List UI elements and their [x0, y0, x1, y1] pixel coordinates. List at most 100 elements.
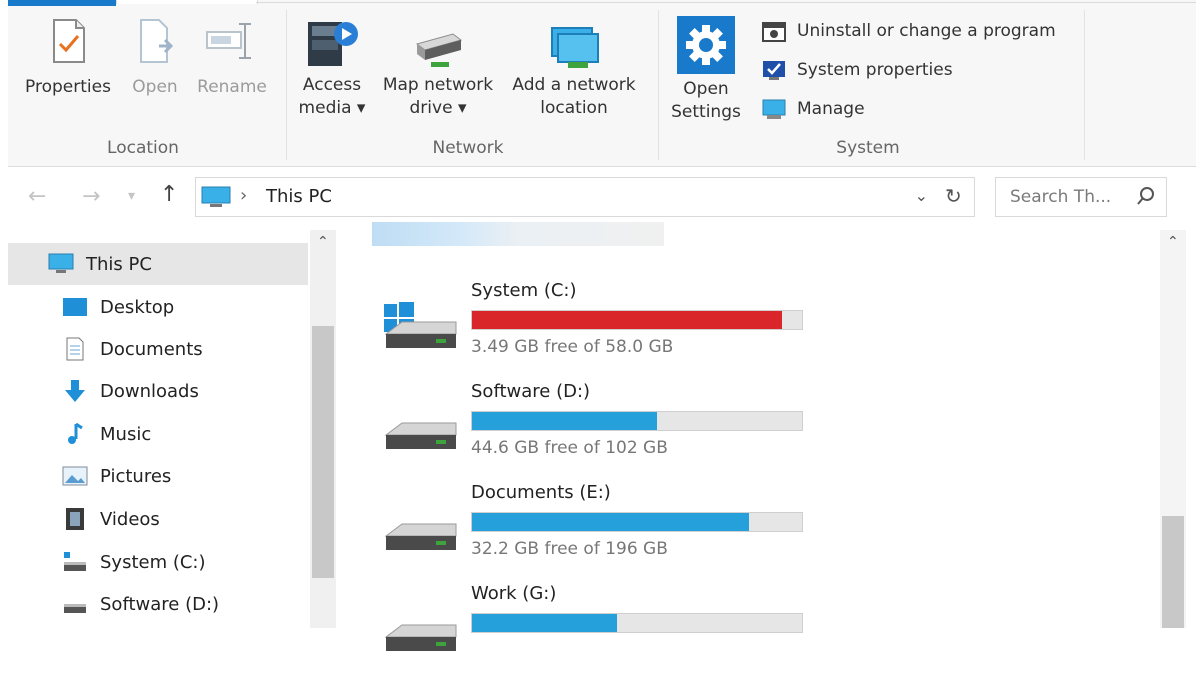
drive-tile[interactable]: Work (G:)	[380, 583, 810, 683]
manage-label: Manage	[797, 99, 865, 119]
this-pc-monitor-icon	[200, 185, 232, 213]
rename-label: Rename	[197, 77, 267, 97]
drive-name: System (C:)	[471, 280, 577, 301]
content-scrollbar[interactable]: ⌃	[1160, 230, 1186, 628]
content-scrollbar-thumb[interactable]	[1162, 516, 1184, 628]
nav-item-label: Pictures	[100, 465, 172, 487]
drive-usage-bar	[471, 613, 803, 633]
open-icon	[137, 18, 174, 64]
recent-locations-chevron-icon[interactable]: ▾	[128, 188, 135, 204]
nav-item-software-d[interactable]: Software (D:)	[62, 584, 219, 624]
system-properties-label: System properties	[797, 60, 953, 80]
tab-divider	[256, 2, 1196, 3]
breadcrumb-this-pc[interactable]: This PC	[266, 186, 332, 207]
open-settings-label: Open Settings	[671, 79, 741, 122]
refresh-icon: ↻	[945, 184, 962, 208]
drive-usage-fill	[472, 412, 657, 430]
rename-icon	[205, 18, 259, 64]
drive-free-space: 3.49 GB free of 58.0 GB	[471, 337, 674, 357]
nav-item-music[interactable]: Music	[62, 414, 151, 454]
film-icon	[62, 507, 88, 531]
address-dropdown-chevron-icon[interactable]: ⌄	[915, 186, 928, 205]
hard-drive-icon	[382, 623, 458, 659]
nav-item-label: Desktop	[100, 296, 175, 318]
file-tab[interactable]	[8, 0, 116, 6]
breadcrumb-separator[interactable]: ›	[240, 185, 247, 206]
system-drive-icon	[62, 550, 88, 574]
map-network-drive-label: Map network drive ▾	[382, 75, 494, 118]
nav-item-label: Downloads	[100, 380, 199, 402]
access-media-icon	[304, 14, 360, 70]
search-box[interactable]: Search Th...	[995, 177, 1167, 217]
drive-free-space: 32.2 GB free of 196 GB	[471, 539, 668, 559]
system-properties-button[interactable]: System properties	[761, 56, 953, 84]
up-arrow-icon[interactable]: ↑	[160, 182, 178, 207]
hard-drive-icon	[382, 421, 458, 457]
drive-tile[interactable]: Documents (E:) 32.2 GB free of 196 GB	[380, 482, 810, 582]
group-separator	[658, 10, 659, 160]
nav-item-label: This PC	[86, 253, 152, 275]
picture-icon	[62, 464, 88, 488]
access-media-button[interactable]: Access media ▾	[292, 14, 372, 120]
add-network-location-button[interactable]: Add a network location	[504, 24, 644, 120]
nav-item-pictures[interactable]: Pictures	[62, 456, 171, 496]
drive-icon	[62, 592, 88, 616]
nav-item-this-pc[interactable]: This PC	[48, 244, 152, 284]
monitor-icon	[48, 252, 74, 276]
back-arrow-icon[interactable]: ←	[28, 184, 46, 209]
drive-tile[interactable]: System (C:) 3.49 GB free of 58.0 GB	[380, 280, 810, 380]
settings-gear-icon	[677, 16, 735, 74]
properties-label: Properties	[25, 77, 111, 97]
drive-usage-fill	[472, 614, 618, 632]
desktop-icon	[62, 295, 88, 319]
open-button[interactable]: Open	[124, 18, 186, 99]
windows-system-drive-icon	[382, 302, 458, 356]
network-group-label: Network	[432, 138, 504, 158]
uninstall-program-icon	[761, 19, 787, 43]
manage-button[interactable]: Manage	[761, 95, 865, 123]
search-icon	[1136, 186, 1156, 210]
download-arrow-icon	[62, 379, 88, 403]
add-network-location-label: Add a network location	[512, 75, 636, 118]
group-separator	[286, 10, 287, 160]
uninstall-program-label: Uninstall or change a program	[797, 21, 1056, 41]
system-group-label: System	[836, 138, 900, 158]
open-settings-button[interactable]: Open Settings	[666, 16, 746, 124]
uninstall-program-button[interactable]: Uninstall or change a program	[761, 17, 1056, 45]
nav-item-videos[interactable]: Videos	[62, 499, 160, 539]
properties-icon	[50, 18, 86, 64]
drive-usage-bar	[471, 310, 803, 330]
scroll-up-chevron-icon[interactable]: ⌃	[317, 234, 329, 250]
nav-item-documents[interactable]: Documents	[62, 329, 203, 369]
nav-item-downloads[interactable]: Downloads	[62, 371, 199, 411]
nav-scrollbar-thumb[interactable]	[312, 326, 334, 578]
properties-button[interactable]: Properties	[16, 18, 120, 99]
refresh-button[interactable]: ↻	[936, 177, 975, 217]
nav-item-label: Music	[100, 423, 152, 445]
manage-computer-icon	[761, 97, 787, 121]
forward-arrow-icon[interactable]: →	[82, 184, 100, 209]
network-location-icon	[548, 24, 600, 70]
scroll-up-chevron-icon[interactable]: ⌃	[1167, 234, 1179, 250]
drive-free-space: 44.6 GB free of 102 GB	[471, 438, 668, 458]
nav-item-label: Software (D:)	[100, 593, 220, 615]
drive-usage-bar	[471, 411, 803, 431]
drive-usage-bar	[471, 512, 803, 532]
nav-item-label: Documents	[100, 338, 203, 360]
rename-button[interactable]: Rename	[192, 18, 272, 99]
access-media-label: Access media ▾	[298, 75, 366, 118]
document-icon	[62, 337, 88, 361]
drive-tile[interactable]: Software (D:) 44.6 GB free of 102 GB	[380, 381, 810, 481]
map-network-drive-button[interactable]: Map network drive ▾	[374, 30, 502, 120]
address-bar[interactable]: › This PC ⌄	[195, 177, 937, 217]
computer-tab[interactable]	[116, 0, 258, 4]
hard-drive-icon	[382, 522, 458, 558]
drive-usage-fill	[472, 513, 750, 531]
network-drive-icon	[413, 30, 463, 70]
nav-item-label: System (C:)	[100, 551, 206, 573]
nav-item-desktop[interactable]: Desktop	[62, 287, 174, 327]
nav-item-system-c[interactable]: System (C:)	[62, 542, 206, 582]
system-properties-icon	[761, 58, 787, 82]
nav-scrollbar[interactable]: ⌃	[310, 230, 336, 628]
drive-name: Work (G:)	[471, 583, 557, 604]
